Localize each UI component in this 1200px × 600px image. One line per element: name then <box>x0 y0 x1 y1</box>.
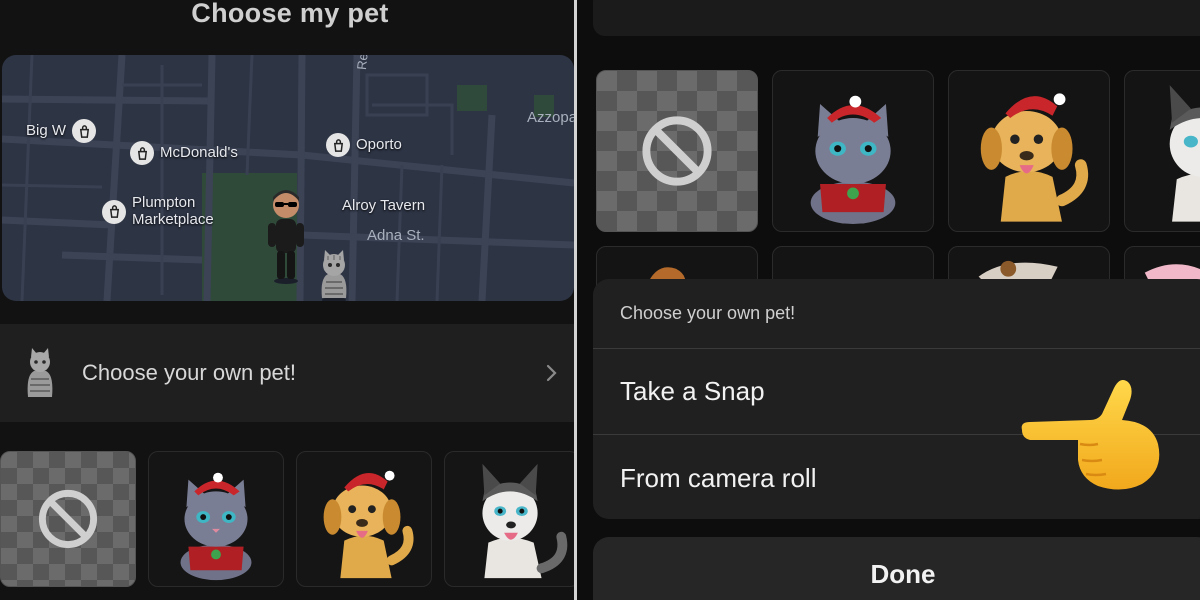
choose-own-pet-label: Choose your own pet! <box>82 360 297 385</box>
pet-option-cat[interactable] <box>148 451 284 587</box>
pet-options-strip <box>0 451 574 588</box>
husky-icon <box>482 463 568 579</box>
street-label-vertical: Re <box>354 55 371 71</box>
done-button[interactable]: Done <box>593 537 1200 600</box>
street-label-azzopa: Azzopa <box>527 109 574 126</box>
street-label-adna: Adna St. <box>367 227 425 244</box>
husky-icon <box>1169 85 1200 222</box>
poi-label: Big W <box>26 121 67 139</box>
no-pet-icon <box>38 489 98 549</box>
poi-label: Plumpton Marketplace <box>132 194 214 228</box>
choose-pet-sheet-screen: Choose your own pet! Take a Snap From ca… <box>577 0 1200 600</box>
map-pet-cat-icon[interactable] <box>314 248 354 301</box>
page-title: Choose my pet <box>191 0 389 28</box>
poi-plumpton-marketplace[interactable]: Plumpton Marketplace <box>102 194 214 228</box>
pet-option-none[interactable] <box>0 451 136 587</box>
poi-label: Alroy Tavern <box>342 197 426 214</box>
shopping-bag-icon <box>130 141 154 165</box>
poi-big-w[interactable]: Big W <box>26 119 97 143</box>
shopping-bag-icon <box>326 133 350 157</box>
santa-cat-icon <box>810 95 896 224</box>
grid-pet-none[interactable] <box>596 70 758 232</box>
shopping-bag-icon <box>72 119 97 143</box>
cat-thumbnail-icon <box>27 348 53 397</box>
poi-label: McDonald's <box>160 143 238 161</box>
choose-own-pet-row[interactable]: Choose your own pet! <box>0 324 574 422</box>
pointing-hand-emoji <box>1021 380 1160 490</box>
grid-pet-husky[interactable] <box>1124 70 1200 232</box>
poi-mcdonalds[interactable]: McDonald's <box>130 141 238 165</box>
shopping-bag-icon <box>102 199 126 224</box>
chevron-right-icon <box>546 364 557 382</box>
poi-oporto[interactable]: Oporto <box>326 133 402 157</box>
map-view[interactable]: Big W McDonald's Oporto Plumpton Marketp… <box>2 55 574 301</box>
santa-dog-icon <box>323 470 414 579</box>
pet-map-screen: Choose my pet Big W McDonald's Oporto Pl… <box>0 0 574 600</box>
grid-pet-cat[interactable] <box>772 70 934 232</box>
santa-cat-icon <box>180 472 252 581</box>
sheet-header: Choose your own pet! <box>593 279 1200 349</box>
poi-alroy-tavern[interactable]: Alroy Tavern <box>342 197 426 215</box>
grid-pet-dog[interactable] <box>948 70 1110 232</box>
santa-dog-icon <box>980 93 1089 222</box>
pet-option-husky[interactable] <box>444 451 574 587</box>
bitmoji-avatar[interactable] <box>264 185 308 285</box>
top-strip <box>593 0 1200 36</box>
poi-label: Oporto <box>356 135 402 153</box>
no-pet-icon <box>642 116 712 186</box>
pet-option-dog[interactable] <box>296 451 432 587</box>
